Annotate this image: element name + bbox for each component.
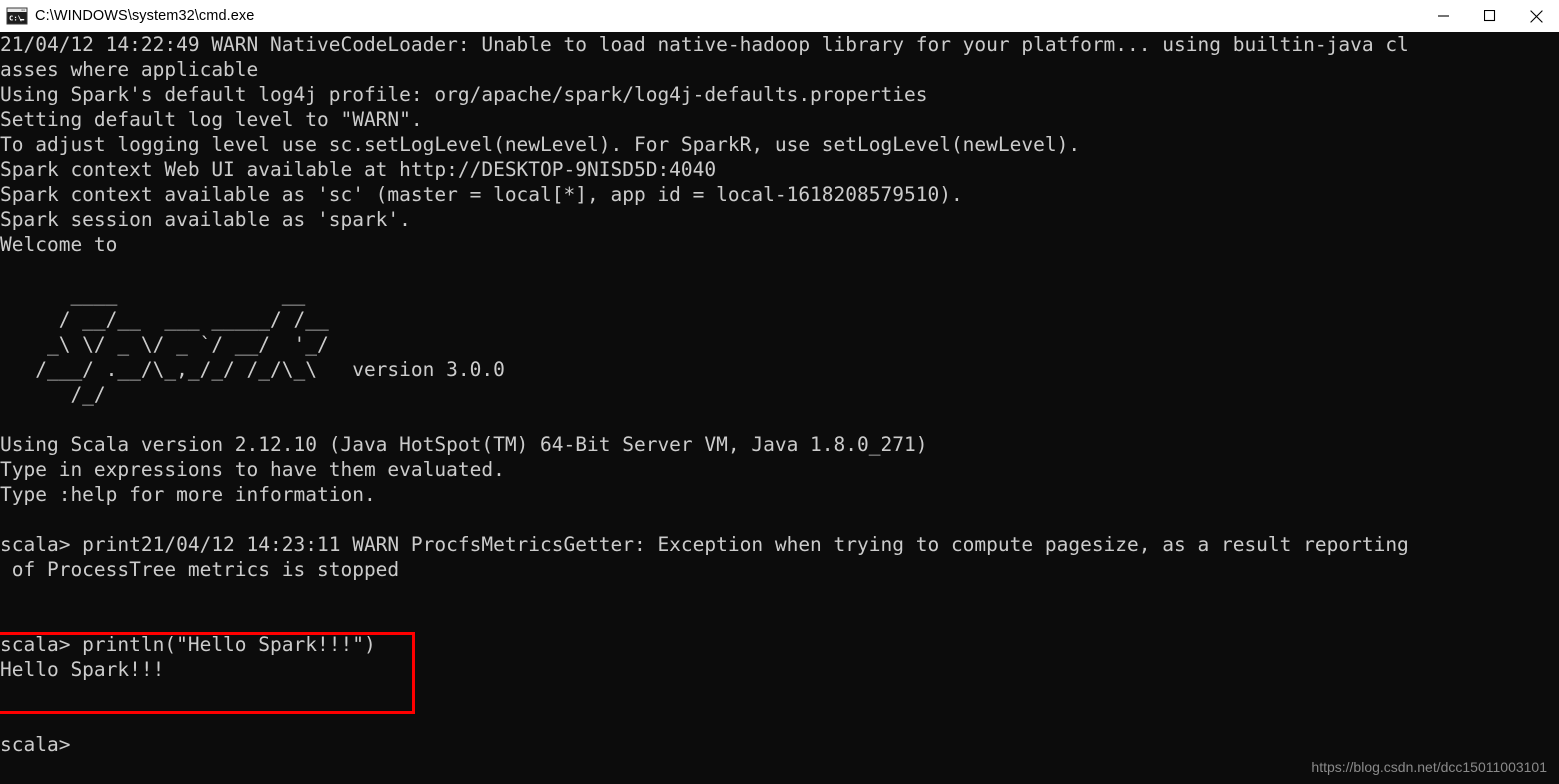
- window-title: C:\WINDOWS\system32\cmd.exe: [35, 8, 255, 24]
- svg-text:C:\: C:\: [9, 14, 22, 23]
- window-controls: [1421, 0, 1559, 32]
- terminal-line: /_/: [0, 383, 106, 406]
- terminal-line: / __/__ ___ _____/ /__: [0, 308, 329, 331]
- terminal-line: ____ __: [0, 283, 306, 306]
- terminal-line: Spark session available as 'spark'.: [0, 208, 411, 231]
- terminal-line: scala> print21/04/12 14:23:11 WARN Procf…: [0, 533, 1409, 556]
- terminal-line: Using Scala version 2.12.10 (Java HotSpo…: [0, 433, 928, 456]
- terminal-line: Setting default log level to "WARN".: [0, 108, 423, 131]
- maximize-button[interactable]: [1467, 0, 1513, 32]
- window-titlebar[interactable]: C:\ C:\WINDOWS\system32\cmd.exe: [0, 0, 1559, 32]
- terminal-line: of ProcessTree metrics is stopped: [0, 558, 400, 581]
- minimize-button[interactable]: [1421, 0, 1467, 32]
- terminal-line: scala> println("Hello Spark!!!"): [0, 633, 376, 656]
- terminal-console[interactable]: 21/04/12 14:22:49 WARN NativeCodeLoader:…: [0, 32, 1559, 784]
- terminal-line: Using Spark's default log4j profile: org…: [0, 83, 928, 106]
- terminal-output: 21/04/12 14:22:49 WARN NativeCodeLoader:…: [0, 32, 1409, 757]
- terminal-line: Hello Spark!!!: [0, 658, 165, 681]
- terminal-line: To adjust logging level use sc.setLogLev…: [0, 133, 1081, 156]
- terminal-line: Type in expressions to have them evaluat…: [0, 458, 505, 481]
- close-button[interactable]: [1513, 0, 1559, 32]
- terminal-line: 21/04/12 14:22:49 WARN NativeCodeLoader:…: [0, 33, 1409, 56]
- terminal-line: Welcome to: [0, 233, 118, 256]
- watermark: https://blog.csdn.net/dcc15011003101: [1311, 759, 1547, 775]
- terminal-line: scala>: [0, 733, 71, 756]
- terminal-line: Spark context Web UI available at http:/…: [0, 158, 717, 181]
- terminal-line: Spark context available as 'sc' (master …: [0, 183, 963, 206]
- cmd-console-icon: C:\: [6, 7, 28, 25]
- terminal-line: /___/ .__/\_,_/_/ /_/\_\ version 3.0.0: [0, 358, 505, 381]
- terminal-line: _\ \/ _ \/ _ `/ __/ '_/: [0, 333, 329, 356]
- terminal-line: asses where applicable: [0, 58, 259, 81]
- terminal-line: Type :help for more information.: [0, 483, 376, 506]
